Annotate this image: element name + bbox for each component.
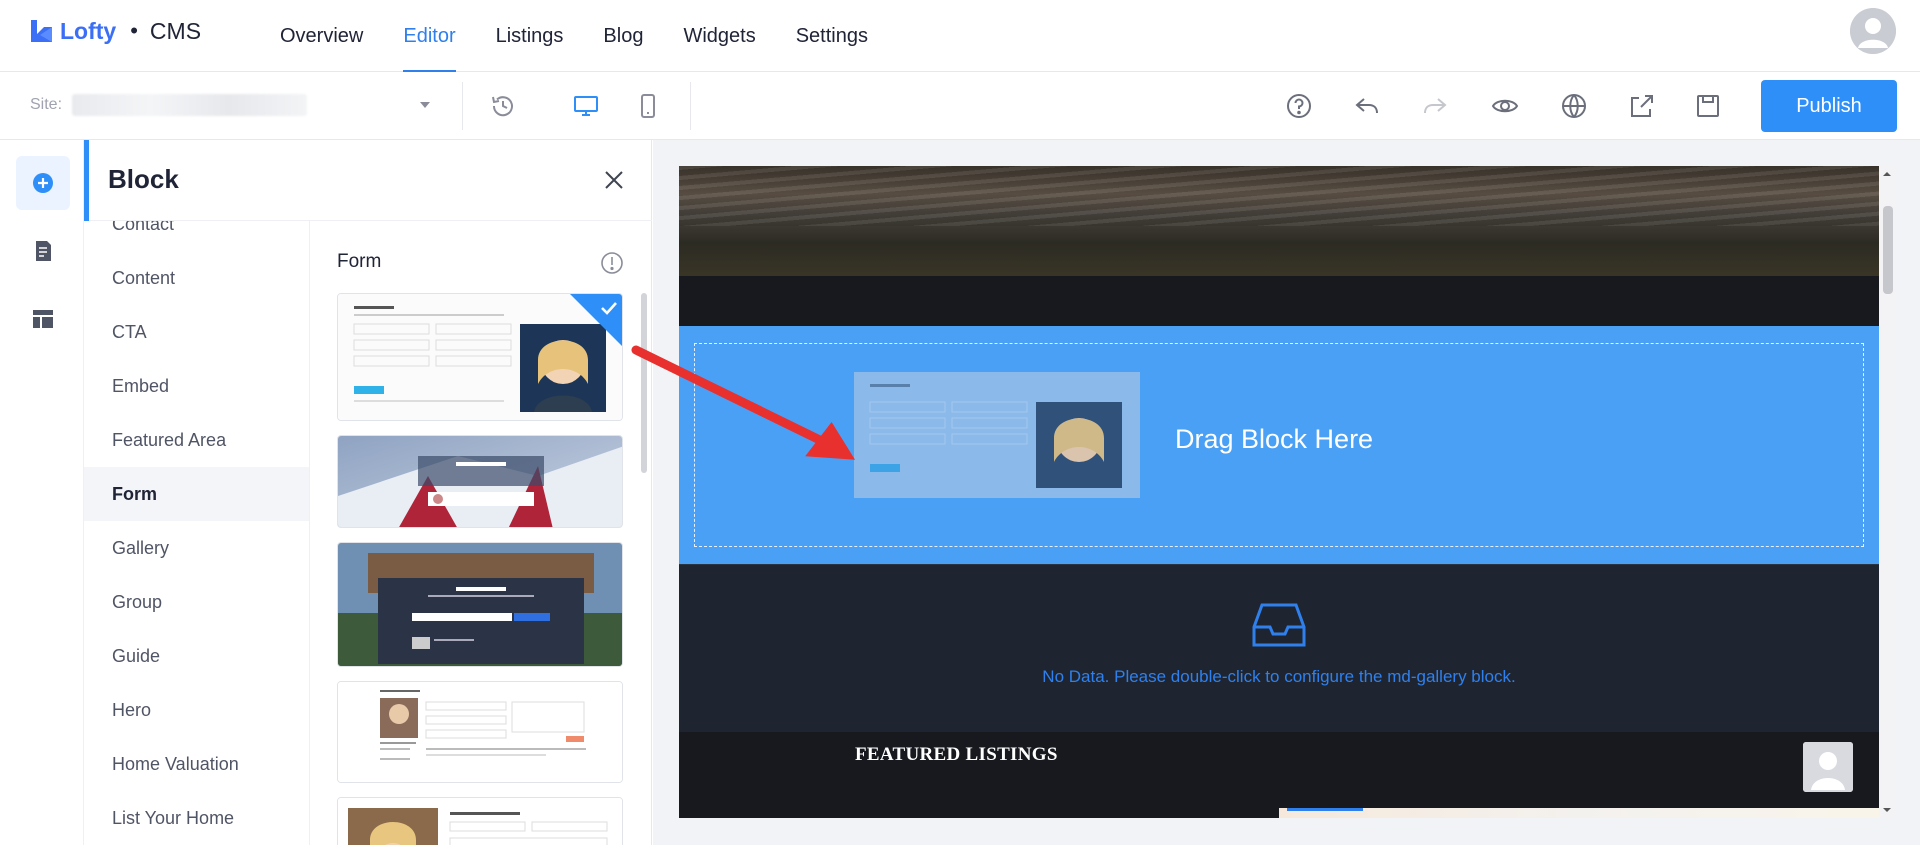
template-list: Form xyxy=(310,221,652,845)
layout-icon[interactable] xyxy=(16,292,70,346)
undo-icon[interactable] xyxy=(1349,88,1385,124)
inbox-icon xyxy=(1252,603,1306,647)
template-thumbnail xyxy=(338,543,622,666)
user-avatar-icon xyxy=(1850,8,1896,54)
block-panel: Block Contact Content CTA Embed Featured… xyxy=(84,140,652,845)
panel-accent-bar xyxy=(84,140,89,221)
category-home-valuation[interactable]: Home Valuation xyxy=(84,737,309,791)
canvas-area: Drag Block Here No Data. Please double-c… xyxy=(653,140,1920,845)
left-rail xyxy=(0,140,84,845)
md-gallery-block[interactable]: No Data. Please double-click to configur… xyxy=(679,564,1879,732)
canvas-scroll-thumb[interactable] xyxy=(1883,206,1893,294)
empty-gallery-message: No Data. Please double-click to configur… xyxy=(1042,667,1516,686)
main-tabs: Overview Editor Listings Blog Widgets Se… xyxy=(260,0,888,73)
brand-separator: • xyxy=(130,18,138,43)
site-select-value[interactable] xyxy=(72,94,307,116)
globe-icon[interactable] xyxy=(1556,88,1592,124)
tab-listings[interactable]: Listings xyxy=(476,0,584,72)
featured-listings-section: FEATURED LISTINGS xyxy=(679,732,1879,818)
tab-overview[interactable]: Overview xyxy=(260,0,383,72)
close-icon[interactable] xyxy=(602,168,626,192)
redo-icon[interactable] xyxy=(1417,88,1453,124)
form-template-sell-my-home-3[interactable] xyxy=(337,542,623,667)
category-gallery[interactable]: Gallery xyxy=(84,521,309,575)
category-list: Contact Content CTA Embed Featured Area … xyxy=(84,221,310,845)
agent-avatar xyxy=(1803,742,1853,792)
block-panel-header: Block xyxy=(84,140,652,221)
form-template-get-more-info-1[interactable] xyxy=(337,681,623,783)
featured-listings-title: FEATURED LISTINGS xyxy=(855,744,1058,765)
panel-title: Block xyxy=(108,164,179,194)
category-content[interactable]: Content xyxy=(84,251,309,305)
history-icon[interactable] xyxy=(485,88,521,124)
brand-name: Lofty xyxy=(60,17,117,44)
info-icon[interactable] xyxy=(600,251,624,275)
template-section-title: Form xyxy=(337,251,382,272)
tab-blog[interactable]: Blog xyxy=(583,0,663,72)
export-icon[interactable] xyxy=(1624,88,1660,124)
page-preview: Drag Block Here No Data. Please double-c… xyxy=(679,166,1879,818)
publish-button[interactable]: Publish xyxy=(1761,80,1897,132)
listing-accent-line xyxy=(1287,808,1363,811)
top-navigation: Lofty • CMS Overview Editor Listings Blo… xyxy=(0,0,1920,73)
block-drop-zone[interactable]: Drag Block Here xyxy=(679,326,1879,564)
category-contact[interactable]: Contact xyxy=(84,221,309,251)
tab-widgets[interactable]: Widgets xyxy=(663,0,775,72)
checkmark-icon xyxy=(601,302,617,315)
category-embed[interactable]: Embed xyxy=(84,359,309,413)
category-list-your-home[interactable]: List Your Home xyxy=(84,791,309,845)
desktop-icon[interactable] xyxy=(568,88,604,124)
form-template-sell-my-home-1[interactable] xyxy=(337,293,623,421)
template-thumbnail xyxy=(338,798,622,845)
dragged-block-thumbnail xyxy=(854,372,1140,498)
template-thumbnail xyxy=(338,682,622,782)
site-label: Site: xyxy=(30,96,63,113)
hero-image-texture xyxy=(679,166,1879,226)
chevron-down-icon[interactable] xyxy=(420,102,430,108)
scroll-up-icon[interactable] xyxy=(1879,166,1895,182)
tab-settings[interactable]: Settings xyxy=(776,0,888,72)
lofty-logo-icon xyxy=(31,20,52,42)
form-template-get-more-info-2[interactable] xyxy=(337,797,623,845)
scroll-down-icon[interactable] xyxy=(1879,802,1895,818)
brand-logo[interactable]: Lofty • CMS xyxy=(28,14,201,48)
template-thumbnail xyxy=(338,436,622,527)
category-form[interactable]: Form xyxy=(84,467,309,521)
save-icon[interactable] xyxy=(1690,88,1726,124)
tab-editor[interactable]: Editor xyxy=(383,0,475,73)
help-icon[interactable] xyxy=(1281,88,1317,124)
template-scrollbar[interactable] xyxy=(641,293,647,473)
product-name: CMS xyxy=(149,17,202,44)
add-block-icon[interactable] xyxy=(16,156,70,210)
hero-image xyxy=(679,166,1879,276)
toolbar-divider xyxy=(462,82,463,130)
category-group[interactable]: Group xyxy=(84,575,309,629)
category-hero[interactable]: Hero xyxy=(84,683,309,737)
category-cta[interactable]: CTA xyxy=(84,305,309,359)
toolbar-divider xyxy=(690,82,691,130)
preview-eye-icon[interactable] xyxy=(1487,88,1523,124)
page-icon[interactable] xyxy=(16,224,70,278)
listing-image-strip xyxy=(1279,808,1879,818)
mobile-icon[interactable] xyxy=(630,88,666,124)
category-guide[interactable]: Guide xyxy=(84,629,309,683)
category-featured-area[interactable]: Featured Area xyxy=(84,413,309,467)
user-avatar[interactable] xyxy=(1850,8,1896,54)
form-template-sell-my-home-2[interactable] xyxy=(337,435,623,528)
dragged-block-preview xyxy=(854,372,1140,498)
drop-zone-label: Drag Block Here xyxy=(1175,424,1374,454)
editor-toolbar: Site: Publish xyxy=(0,72,1920,140)
avatar-placeholder-icon xyxy=(1803,742,1853,792)
dark-section xyxy=(679,276,1879,326)
